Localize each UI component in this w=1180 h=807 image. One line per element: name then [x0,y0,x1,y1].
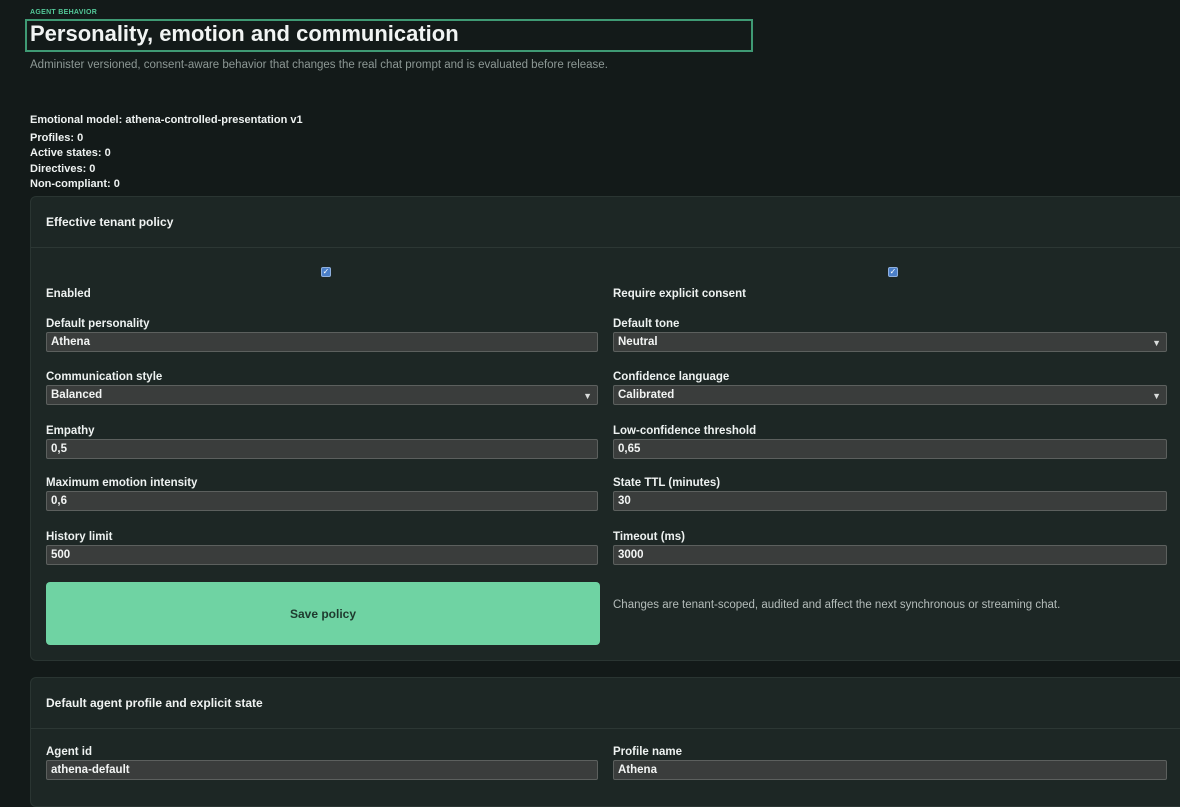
require-consent-checkbox[interactable]: ✓ [888,267,898,277]
max-emotion-intensity-label: Maximum emotion intensity [46,477,198,489]
low-confidence-threshold-input[interactable]: 0,65 [613,439,1167,459]
policy-panel-heading: Effective tenant policy [31,197,1180,248]
state-ttl-input[interactable]: 30 [613,491,1167,511]
chevron-down-icon: ▼ [583,391,592,401]
eyebrow-label: AGENT BEHAVIOR [30,9,98,16]
profile-panel-heading: Default agent profile and explicit state [31,678,1180,729]
require-consent-label: Require explicit consent [613,288,746,300]
profile-name-input[interactable]: Athena [613,760,1167,780]
metrics-summary: Emotional model: athena-controlled-prese… [30,113,303,193]
enabled-checkbox[interactable]: ✓ [321,267,331,277]
check-icon: ✓ [322,267,330,276]
timeout-input[interactable]: 3000 [613,545,1167,565]
metric-non-compliant: Non-compliant: 0 [30,178,120,190]
low-confidence-threshold-label: Low-confidence threshold [613,425,757,437]
communication-style-select[interactable]: Balanced ▼ [46,385,598,405]
enabled-label: Enabled [46,288,91,300]
metric-active-states: Active states: 0 [30,147,111,159]
metric-profiles: Profiles: 0 [30,131,84,144]
save-policy-button[interactable]: Save policy [46,582,600,645]
agent-id-input[interactable]: athena-default [46,760,598,780]
communication-style-label: Communication style [46,371,163,383]
policy-note: Changes are tenant-scoped, audited and a… [613,599,1061,611]
timeout-label: Timeout (ms) [613,531,685,543]
max-emotion-intensity-input[interactable]: 0,6 [46,491,598,511]
default-tone-value: Neutral [618,336,658,348]
confidence-language-label: Confidence language [613,371,730,383]
default-personality-label: Default personality [46,318,150,330]
profile-panel: Default agent profile and explicit state… [30,677,1180,807]
default-tone-select[interactable]: Neutral ▼ [613,332,1167,352]
check-icon: ✓ [889,267,897,276]
default-tone-label: Default tone [613,318,680,330]
page-title: Personality, emotion and communication [30,21,459,46]
history-limit-input[interactable]: 500 [46,545,598,565]
agent-id-label: Agent id [46,746,92,758]
communication-style-value: Balanced [51,389,103,401]
chevron-down-icon: ▼ [1152,338,1161,348]
profile-name-label: Profile name [613,746,683,758]
confidence-language-select[interactable]: Calibrated ▼ [613,385,1167,405]
page-subtitle: Administer versioned, consent-aware beha… [30,59,608,71]
state-ttl-label: State TTL (minutes) [613,477,721,489]
history-limit-label: History limit [46,531,113,543]
metric-directives: Directives: 0 [30,162,96,175]
default-personality-input[interactable]: Athena [46,332,598,352]
empathy-input[interactable]: 0,5 [46,439,598,459]
policy-panel: Effective tenant policy ✓ Enabled ✓ Requ… [30,196,1180,661]
empathy-label: Empathy [46,425,95,437]
metric-emotional-model: Emotional model: athena-controlled-prese… [30,114,303,126]
chevron-down-icon: ▼ [1152,391,1161,401]
confidence-language-value: Calibrated [618,389,675,401]
